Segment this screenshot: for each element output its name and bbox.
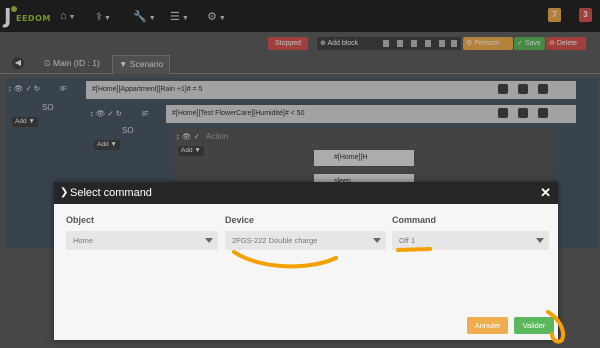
command-label: Command bbox=[392, 215, 437, 225]
chevron-down-icon bbox=[205, 238, 213, 243]
object-select[interactable]: Home bbox=[66, 231, 218, 250]
modal-body: Object Home Device 2FGS-222 Double charg… bbox=[54, 204, 558, 340]
command-select[interactable]: Off 1 bbox=[392, 231, 549, 250]
object-label: Object bbox=[66, 215, 95, 225]
modal-header: ❯ Select command ✕ bbox=[54, 182, 558, 204]
chevron-down-icon bbox=[373, 238, 381, 243]
object-value: Home bbox=[73, 236, 94, 245]
chevron-right-icon: ❯ bbox=[60, 187, 69, 198]
modal-title: Select command bbox=[70, 187, 152, 199]
close-icon[interactable]: ✕ bbox=[540, 185, 551, 201]
device-select[interactable]: 2FGS-222 Double charge bbox=[225, 231, 386, 250]
cancel-button[interactable]: Annuler bbox=[467, 317, 508, 334]
validate-button[interactable]: Valider bbox=[514, 317, 554, 334]
device-value: 2FGS-222 Double charge bbox=[232, 236, 318, 245]
select-command-modal: ❯ Select command ✕ Object Home Device 2F… bbox=[54, 182, 558, 340]
chevron-down-icon bbox=[536, 238, 544, 243]
device-label: Device bbox=[225, 215, 255, 225]
command-value: Off 1 bbox=[399, 236, 416, 245]
